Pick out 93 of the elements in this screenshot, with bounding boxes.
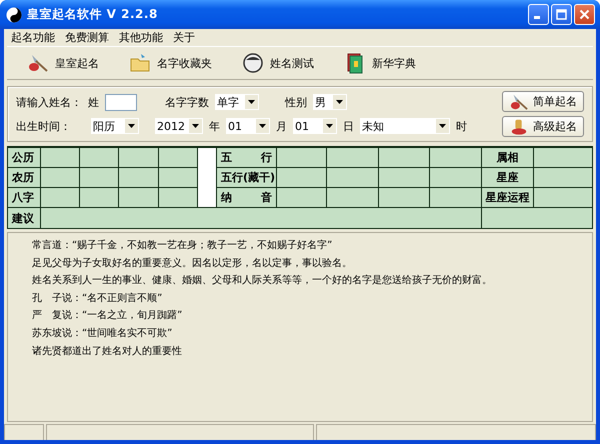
hour-label: 时 <box>456 118 467 134</box>
table-cell <box>80 148 118 167</box>
intro-line: 孔 子说：“名不正则言不顺” <box>32 292 164 306</box>
menu-item[interactable]: 其他功能 <box>114 30 168 45</box>
table-cell <box>327 148 378 167</box>
row-label: 五行(藏干) <box>217 168 276 187</box>
surname-field[interactable] <box>105 94 137 110</box>
row-label: 星座 <box>482 168 533 187</box>
month-dropdown[interactable]: 01 <box>226 118 270 134</box>
row-label: 公历 <box>8 148 40 167</box>
table-cell <box>534 168 592 187</box>
toolbar-button[interactable]: 皇室起名 <box>25 50 101 76</box>
toolbar-button[interactable]: 姓名测试 <box>240 50 316 76</box>
dropdown-arrow-icon <box>128 124 135 128</box>
intro-line: 姓名关系到人一生的事业、健康、婚姻、父母和人际关系等等，一个好的名字是您送给孩子无价的财富。 <box>32 274 493 288</box>
row-label: 五行 <box>217 148 276 167</box>
name-label: 请输入姓名： <box>16 94 82 110</box>
table-cell <box>41 168 79 187</box>
table-cell <box>159 188 197 207</box>
day-dropdown[interactable]: 01 <box>293 118 337 134</box>
birth-time-label: 出生时间： <box>16 118 71 134</box>
folder-icon <box>129 52 151 74</box>
menu-item[interactable]: 关于 <box>168 30 200 45</box>
toolbar-button[interactable]: 新华字典 <box>342 50 418 76</box>
row-label: 属相 <box>482 148 533 167</box>
intro-line: 苏东坡说：“世间唯名实不可欺” <box>32 326 174 341</box>
table-cell <box>430 168 481 187</box>
row-label: 八字 <box>8 188 40 207</box>
table-cell <box>277 168 326 187</box>
brush-icon <box>27 52 49 74</box>
table-cell <box>277 188 326 207</box>
dropdown-arrow-icon <box>439 124 446 128</box>
row-label: 星座运程 <box>482 188 533 207</box>
row-label: 纳音 <box>217 188 276 207</box>
calendar-dropdown[interactable]: 阳历 <box>91 118 139 134</box>
month-label: 月 <box>276 118 287 134</box>
name-count-dropdown[interactable]: 单字 <box>215 94 259 110</box>
minimize-button[interactable] <box>528 4 549 25</box>
window-title: 皇室起名软件 V 2.2.8 <box>27 6 159 23</box>
round-face-icon <box>242 52 264 74</box>
brush-icon <box>509 92 529 110</box>
toolbar-button[interactable]: 名字收藏夹 <box>127 50 214 76</box>
maximize-button[interactable] <box>551 4 572 25</box>
intro-line: 足见父母为子女取好名的重要意义。因名以定形，名以定事，事以验名。 <box>32 256 353 271</box>
table-cell <box>379 148 429 167</box>
table-cell <box>534 148 592 167</box>
close-button[interactable] <box>574 4 595 25</box>
table-cell <box>119 148 158 167</box>
table-cell <box>379 188 429 207</box>
yin-yang-icon <box>6 6 22 22</box>
gender-label: 性别 <box>285 94 307 110</box>
dropdown-arrow-icon <box>259 124 266 128</box>
name-count-label: 名字字数 <box>165 94 209 110</box>
table-cell <box>41 148 79 167</box>
table-cell <box>277 148 326 167</box>
dropdown-arrow-icon <box>326 124 333 128</box>
intro-line: 常言道：“赐子千金，不如教一艺在身；教子一艺，不如赐子好名字” <box>32 238 334 253</box>
table-cell <box>41 188 79 207</box>
year-label: 年 <box>209 118 220 134</box>
close-icon <box>579 9 590 20</box>
surname-label: 姓 <box>88 94 99 110</box>
menu-item[interactable]: 起名功能 <box>6 30 60 45</box>
table-cell <box>327 168 378 187</box>
gender-dropdown[interactable]: 男 <box>313 94 347 110</box>
table-cell <box>534 188 592 207</box>
minimize-icon <box>534 16 540 19</box>
table-cell <box>430 188 481 207</box>
dropdown-arrow-icon <box>248 100 255 104</box>
row-label: 农历 <box>8 168 40 187</box>
table-cell <box>80 168 118 187</box>
row-label: 建议 <box>8 208 40 228</box>
name-button[interactable]: 高级起名 <box>502 116 584 137</box>
table-cell <box>327 188 378 207</box>
table-cell <box>119 188 158 207</box>
seal-icon <box>509 118 529 136</box>
intro-line: 诸先贤都道出了姓名对人的重要性 <box>32 344 183 359</box>
maximize-icon <box>556 9 567 20</box>
intro-line: 严 复说：“一名之立，旬月踟躇” <box>32 308 184 324</box>
menu-item[interactable]: 免费测算 <box>60 30 114 45</box>
hour-dropdown[interactable]: 未知 <box>360 118 450 134</box>
dropdown-arrow-icon <box>336 100 343 104</box>
status-panel <box>4 424 44 440</box>
dropdown-arrow-icon <box>192 124 199 128</box>
table-cell <box>379 168 429 187</box>
blank-column <box>198 148 216 207</box>
table-cell <box>159 148 197 167</box>
table-cell <box>80 188 118 207</box>
table-cell <box>119 168 158 187</box>
table-cell <box>159 168 197 187</box>
name-button[interactable]: 简单起名 <box>502 91 584 112</box>
day-label: 日 <box>343 118 354 134</box>
year-dropdown[interactable]: 2012 <box>155 118 203 134</box>
table-cell <box>430 148 481 167</box>
